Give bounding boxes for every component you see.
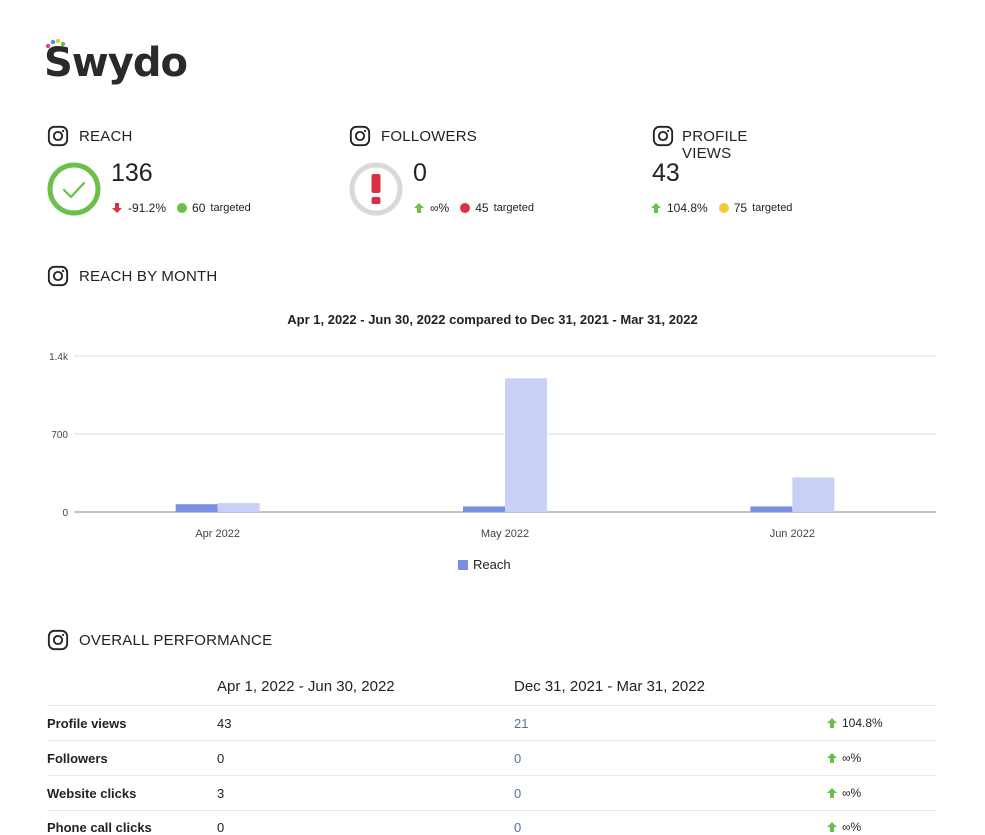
logo-wordmark: Swydo xyxy=(44,40,188,86)
instagram-icon xyxy=(349,125,371,147)
legend-swatch xyxy=(458,559,468,570)
y-tick-label: 1.4k xyxy=(49,352,69,363)
instagram-icon xyxy=(47,125,69,147)
arrow-up-icon xyxy=(651,203,661,213)
arrow-down-icon xyxy=(112,203,122,213)
x-tick-label: May 2022 xyxy=(481,528,529,540)
column-header-current: Apr 1, 2022 - Jun 30, 2022 xyxy=(217,678,395,695)
bar xyxy=(792,477,835,512)
arrow-up-icon xyxy=(827,788,837,798)
row-divider xyxy=(47,740,936,741)
kpi-change: 104.8% xyxy=(667,201,708,215)
kpi-subline: ∞% 45 targeted xyxy=(413,201,534,215)
kpi-target-suffix: targeted xyxy=(493,202,534,214)
instagram-icon xyxy=(652,125,674,147)
change-value: ∞% xyxy=(842,751,862,765)
arrow-up-icon xyxy=(827,718,837,728)
table-row-label: Website clicks xyxy=(47,786,137,801)
column-header-previous: Dec 31, 2021 - Mar 31, 2022 xyxy=(514,678,705,695)
table-cell-change: 104.8% xyxy=(826,716,883,730)
arrow-up-icon xyxy=(827,822,837,832)
target-dot-icon xyxy=(460,203,471,213)
kpi-title: PROFILE VIEWS xyxy=(682,128,748,162)
check-status-icon xyxy=(47,162,101,216)
table-cell-change: ∞% xyxy=(826,820,861,834)
table-cell-previous: 0 xyxy=(514,786,522,801)
kpi-target: 60 xyxy=(192,201,206,215)
x-tick-label: Apr 2022 xyxy=(195,528,240,540)
kpi-subline: -91.2% 60 targeted xyxy=(111,201,251,215)
kpi-change: ∞% xyxy=(430,201,450,215)
table-row-label: Profile views xyxy=(47,716,127,731)
row-divider xyxy=(47,705,936,706)
chart-title: Apr 1, 2022 - Jun 30, 2022 compared to D… xyxy=(287,312,698,327)
row-divider xyxy=(47,810,936,811)
section-title: OVERALL PERFORMANCE xyxy=(79,632,273,649)
bar xyxy=(505,378,547,512)
instagram-icon xyxy=(47,629,69,651)
change-value: ∞% xyxy=(842,786,862,800)
bar xyxy=(175,504,218,512)
swydo-logo: Swydo xyxy=(44,38,188,90)
kpi-target-suffix: targeted xyxy=(210,202,251,214)
section-title: REACH BY MONTH xyxy=(79,268,218,285)
alert-status-icon xyxy=(349,162,403,216)
table-cell-current: 43 xyxy=(217,716,232,731)
x-tick-label: Jun 2022 xyxy=(770,528,815,540)
table-cell-current: 3 xyxy=(217,786,225,801)
table-row-label: Followers xyxy=(47,751,108,766)
arrow-up-icon xyxy=(414,203,424,213)
legend-label: Reach xyxy=(473,557,511,572)
target-dot-icon xyxy=(177,203,188,213)
table-cell-change: ∞% xyxy=(826,751,861,765)
kpi-value: 136 xyxy=(111,159,153,187)
table-cell-current: 0 xyxy=(217,751,225,766)
kpi-title: FOLLOWERS xyxy=(381,128,477,145)
chart-legend: Reach xyxy=(458,557,511,572)
change-value: 104.8% xyxy=(842,716,883,730)
kpi-target: 45 xyxy=(475,201,489,215)
kpi-value: 0 xyxy=(413,159,427,187)
kpi-change: -91.2% xyxy=(128,201,167,215)
reach-chart: 0 700 1.4k Apr 2022 May 2022 Jun 2022 xyxy=(49,352,936,540)
kpi-value: 43 xyxy=(652,159,680,187)
kpi-target-suffix: targeted xyxy=(752,202,793,214)
bar xyxy=(750,506,793,512)
row-divider xyxy=(47,775,936,776)
kpi-subline: 104.8% 75 targeted xyxy=(650,201,792,215)
table-cell-previous: 21 xyxy=(514,716,529,731)
table-cell-previous: 0 xyxy=(514,751,522,766)
change-value: ∞% xyxy=(842,820,862,834)
y-tick-label: 0 xyxy=(62,508,68,519)
instagram-icon xyxy=(47,265,69,287)
arrow-up-icon xyxy=(827,753,837,763)
target-dot-icon xyxy=(718,203,729,213)
y-tick-label: 700 xyxy=(51,430,68,441)
kpi-target: 75 xyxy=(733,201,748,215)
bar xyxy=(463,506,505,512)
table-cell-change: ∞% xyxy=(826,786,861,800)
bar xyxy=(217,503,260,512)
kpi-title: REACH xyxy=(79,128,133,145)
